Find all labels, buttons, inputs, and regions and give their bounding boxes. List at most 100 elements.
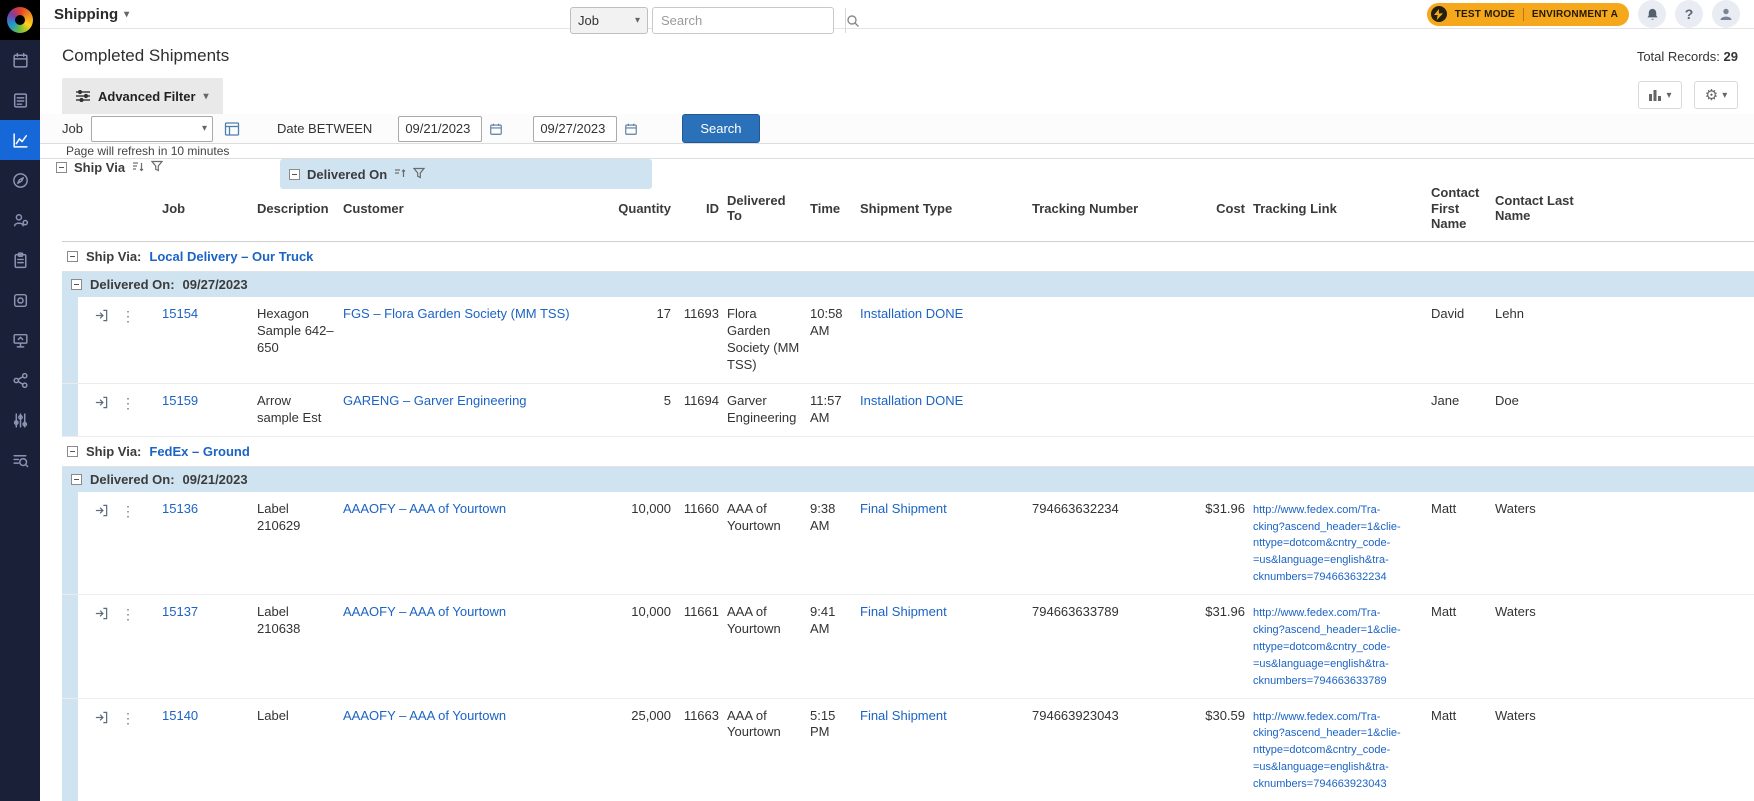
col-header-tracking-number[interactable]: Tracking Number: [1032, 201, 1177, 216]
open-record-icon[interactable]: [94, 395, 109, 410]
customer-link[interactable]: AAAOFY – AAA of Yourtown: [343, 708, 506, 723]
open-record-icon[interactable]: [94, 606, 109, 621]
contact-first-name-cell: Matt: [1431, 699, 1487, 734]
row-menu-icon[interactable]: ⋮: [121, 710, 135, 725]
sidebar-sliders-icon[interactable]: [0, 400, 40, 440]
filter-funnel-icon[interactable]: [151, 160, 163, 175]
job-link[interactable]: 15136: [162, 501, 198, 516]
row-menu-icon[interactable]: ⋮: [121, 606, 135, 621]
tracking-link[interactable]: http://www.fedex.com/Tra- cking?ascend_h…: [1253, 607, 1401, 687]
job-lookup-button[interactable]: [221, 118, 243, 140]
col-header-id[interactable]: ID: [679, 201, 719, 216]
customer-link[interactable]: GARENG – Garver Engineering: [343, 393, 527, 408]
sort-icon[interactable]: [132, 160, 144, 175]
job-link[interactable]: 15140: [162, 708, 198, 723]
environment-pill: TEST MODE ENVIRONMENT A: [1427, 3, 1629, 26]
collapse-icon[interactable]: [71, 279, 82, 290]
sidebar-user-settings-icon[interactable]: [0, 200, 40, 240]
total-records: Total Records: 29: [1637, 49, 1738, 64]
job-link[interactable]: 15137: [162, 604, 198, 619]
group-chip-ship-via[interactable]: Ship Via: [56, 160, 163, 175]
shipment-type-link[interactable]: Final Shipment: [860, 604, 947, 619]
open-record-icon[interactable]: [94, 308, 109, 323]
collapse-icon[interactable]: [67, 251, 78, 262]
col-header-contact-first-name[interactable]: Contact First Name: [1431, 185, 1487, 231]
date-from-calendar-button[interactable]: [485, 118, 507, 140]
logo-swirl-icon: [7, 7, 33, 33]
col-header-customer[interactable]: Customer: [343, 201, 603, 216]
advanced-filter-button[interactable]: Advanced Filter ▾: [62, 78, 223, 114]
row-menu-icon[interactable]: ⋮: [121, 308, 135, 323]
user-profile-button[interactable]: [1712, 0, 1740, 28]
subgroup-value: 09/21/2023: [183, 472, 248, 487]
tracking-link[interactable]: http://www.fedex.com/Tra- cking?ascend_h…: [1253, 504, 1401, 584]
open-record-icon[interactable]: [94, 503, 109, 518]
collapse-icon[interactable]: [67, 446, 78, 457]
search-box: [652, 7, 834, 34]
job-link[interactable]: 15154: [162, 306, 198, 321]
notifications-button[interactable]: [1638, 0, 1666, 28]
customer-link[interactable]: FGS – Flora Garden Society (MM TSS): [343, 306, 570, 321]
settings-button[interactable]: ⚙ ▾: [1694, 81, 1738, 109]
id-cell: 11660: [679, 492, 719, 527]
sidebar-compass-icon[interactable]: [0, 160, 40, 200]
row-menu-icon[interactable]: ⋮: [121, 503, 135, 518]
row-menu-icon[interactable]: ⋮: [121, 395, 135, 410]
chevron-down-icon: ▾: [202, 123, 207, 134]
group-chip-delivered-on[interactable]: Delivered On: [280, 159, 652, 189]
app-module-menu[interactable]: Shipping ▾: [54, 6, 129, 23]
col-header-contact-last-name[interactable]: Contact Last Name: [1495, 193, 1575, 224]
sidebar-workflow-icon[interactable]: [0, 360, 40, 400]
filter-funnel-icon[interactable]: [413, 167, 425, 182]
sidebar-document-icon[interactable]: [0, 80, 40, 120]
col-header-quantity[interactable]: Quantity: [611, 201, 671, 216]
description-cell: Hexagon Sample 642–650: [257, 297, 335, 366]
group-value-link[interactable]: FedEx – Ground: [149, 444, 249, 459]
col-header-cost[interactable]: Cost: [1185, 201, 1245, 216]
col-header-tracking-link[interactable]: Tracking Link: [1253, 201, 1423, 216]
app-logo[interactable]: [0, 0, 40, 40]
search-input[interactable]: [653, 13, 845, 28]
col-header-shipment-type[interactable]: Shipment Type: [860, 201, 1024, 216]
col-header-description[interactable]: Description: [257, 201, 335, 216]
group-value-link[interactable]: Local Delivery – Our Truck: [149, 249, 313, 264]
shipment-type-link[interactable]: Installation DONE: [860, 306, 963, 321]
column-options-button[interactable]: ▾: [1638, 81, 1682, 109]
cost-cell: $31.96: [1185, 492, 1245, 527]
job-link[interactable]: 15159: [162, 393, 198, 408]
help-button[interactable]: ?: [1675, 0, 1703, 28]
delivered-to-cell: AAA of Yourtown: [727, 699, 802, 751]
sidebar-shipping-analytics-icon[interactable]: [0, 120, 40, 160]
collapse-icon[interactable]: [56, 162, 67, 173]
job-combobox[interactable]: ▾: [91, 116, 213, 142]
search-scope-select[interactable]: Job ▾: [570, 7, 648, 34]
sidebar-data-search-icon[interactable]: [0, 440, 40, 480]
customer-link[interactable]: AAAOFY – AAA of Yourtown: [343, 604, 506, 619]
quantity-cell: 25,000: [611, 699, 671, 734]
delivered-to-cell: AAA of Yourtown: [727, 492, 802, 544]
date-from-input[interactable]: 09/21/2023: [398, 116, 482, 142]
tracking-number-cell: 794663632234: [1032, 492, 1177, 527]
delivered-to-cell: AAA of Yourtown: [727, 595, 802, 647]
shipment-type-link[interactable]: Final Shipment: [860, 501, 947, 516]
sidebar-presentation-icon[interactable]: [0, 320, 40, 360]
sort-icon[interactable]: [394, 167, 406, 182]
open-record-icon[interactable]: [94, 710, 109, 725]
shipment-type-link[interactable]: Installation DONE: [860, 393, 963, 408]
collapse-icon[interactable]: [289, 169, 300, 180]
col-header-delivered-to[interactable]: Delivered To: [727, 193, 802, 224]
delivered-to-cell: Flora Garden Society (MM TSS): [727, 297, 802, 383]
col-header-time[interactable]: Time: [810, 201, 852, 216]
sidebar-clipboard-icon[interactable]: [0, 240, 40, 280]
tracking-link[interactable]: http://www.fedex.com/Tra- cking?ascend_h…: [1253, 711, 1401, 791]
sidebar-calendar-icon[interactable]: [0, 40, 40, 80]
collapse-icon[interactable]: [71, 474, 82, 485]
customer-link[interactable]: AAAOFY – AAA of Yourtown: [343, 501, 506, 516]
shipment-type-link[interactable]: Final Shipment: [860, 708, 947, 723]
search-submit-button[interactable]: [845, 8, 860, 33]
date-to-input[interactable]: 09/27/2023: [533, 116, 617, 142]
filter-search-button[interactable]: Search: [682, 114, 759, 143]
date-to-calendar-button[interactable]: [620, 118, 642, 140]
col-header-job[interactable]: Job: [150, 201, 249, 216]
sidebar-scan-icon[interactable]: [0, 280, 40, 320]
